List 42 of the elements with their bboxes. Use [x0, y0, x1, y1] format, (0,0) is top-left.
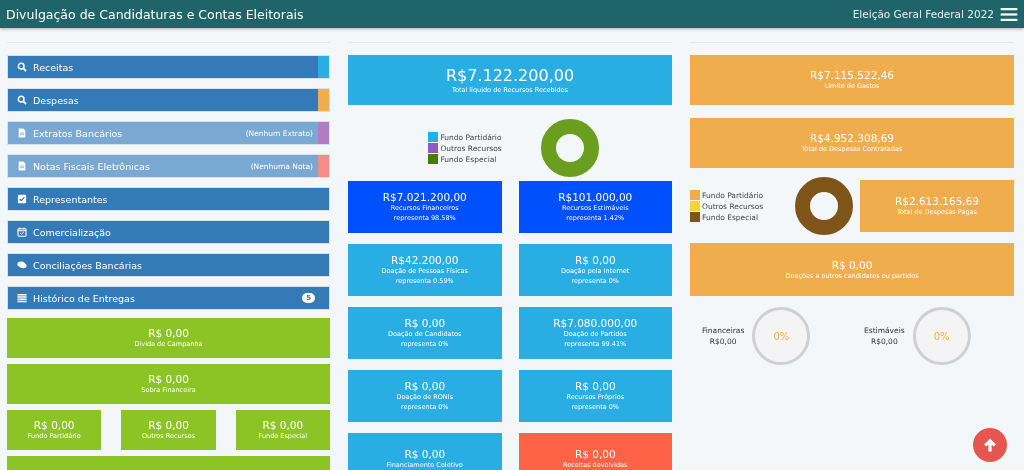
amount: R$ 0,00 [574, 448, 616, 460]
amount: R$ 0,00 [574, 380, 616, 392]
amount: R$ 0,00 [33, 419, 75, 431]
amount: R$ 0,00 [148, 419, 189, 431]
amount: R$ 0,00 [148, 327, 189, 339]
list-icon [17, 293, 27, 303]
amount: R$7.115.522,46 [809, 69, 895, 81]
amount: R$ 0,00 [574, 254, 616, 266]
nav-item[interactable]: Despesas [7, 88, 330, 112]
nav-item[interactable]: Comercialização [7, 220, 330, 244]
amount: R$101.000,00 [558, 191, 633, 203]
amount: R$42.200,00 [391, 254, 459, 266]
calendar-icon [17, 227, 27, 237]
site-title: Divulgação de Candidaturas e Contas Eleitorais [6, 6, 304, 22]
gauge-ring: 0% [912, 307, 971, 365]
amount: R$7.122.200,00 [445, 65, 575, 85]
amount: R$ 0,00 [831, 258, 873, 271]
nav-item[interactable]: Conciliações Bancárias [7, 253, 330, 277]
checkbox-icon [17, 194, 27, 204]
donut-chart-drawing [794, 176, 854, 236]
menu-icon[interactable] [1000, 7, 1018, 21]
arrow-up-icon [982, 437, 998, 453]
search-icon [17, 62, 27, 72]
amount: R$ 0,00 [404, 317, 446, 329]
donut-chart-drawing [539, 118, 600, 178]
amount: R$ 0,00 [148, 373, 189, 385]
election-name: Eleição Geral Federal 2022 [852, 8, 994, 20]
nav-item[interactable]: Representantes [7, 187, 330, 211]
chat-icon [17, 260, 27, 270]
amount: R$2.613.165,69 [894, 195, 980, 207]
search-icon [17, 95, 27, 105]
amount: R$7.080.000,00 [553, 317, 638, 329]
gauge-ring: 0% [752, 307, 811, 365]
amount: R$ 0,00 [404, 448, 446, 460]
document-icon [17, 128, 27, 138]
amount: R$7.021.200,00 [382, 191, 467, 203]
scroll-to-top-button[interactable] [973, 428, 1007, 462]
document-icon [17, 161, 27, 171]
amount: R$4.952.308,69 [809, 132, 895, 144]
nav-item[interactable]: Receitas [7, 55, 330, 79]
amount: R$ 0,00 [404, 380, 446, 392]
amount: R$ 0,00 [262, 419, 304, 431]
